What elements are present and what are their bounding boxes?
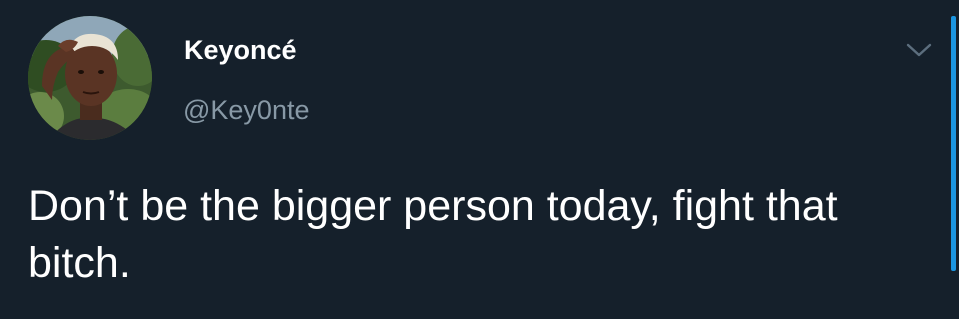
scrollbar[interactable]: [951, 16, 956, 271]
tweet-card[interactable]: Keyoncé @Key0nte Don’t be the bigger per…: [0, 0, 959, 319]
chevron-down-icon[interactable]: [904, 40, 934, 60]
avatar-photo: [28, 16, 152, 140]
tweet-text: Don’t be the bigger person today, fight …: [28, 182, 838, 287]
user-handle[interactable]: @Key0nte: [183, 92, 309, 128]
avatar[interactable]: [28, 16, 152, 140]
display-name[interactable]: Keyoncé: [184, 32, 297, 68]
